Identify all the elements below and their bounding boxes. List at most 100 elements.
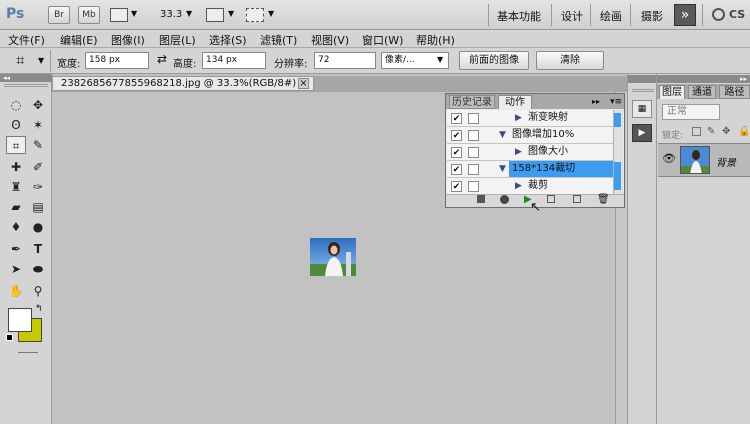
menu-edit[interactable]: 编辑(E) <box>60 32 98 48</box>
workspace-painting[interactable]: 绘画 <box>600 8 622 24</box>
zoom-tool-icon[interactable]: ⚲ <box>28 282 48 300</box>
action-toggle-checkbox[interactable]: ✔ <box>451 130 462 141</box>
expand-chevron-down-icon[interactable]: ▼ <box>499 129 506 142</box>
type-tool-icon[interactable]: T <box>28 240 48 258</box>
close-document-icon[interactable]: × <box>298 78 309 89</box>
screen-mode-chevron-down-icon[interactable]: ▼ <box>268 9 274 18</box>
view-extras-icon[interactable] <box>110 8 128 22</box>
crop-tool-preset-icon[interactable]: ⌗ <box>16 51 24 69</box>
dialog-toggle-checkbox[interactable] <box>468 147 479 158</box>
dialog-toggle-checkbox[interactable] <box>468 181 479 192</box>
hand-tool-icon[interactable]: ✋ <box>6 282 26 300</box>
menu-image[interactable]: 图像(I) <box>111 32 145 48</box>
action-toggle-checkbox[interactable]: ✔ <box>451 147 462 158</box>
blend-mode-select[interactable]: 正常 <box>662 104 720 120</box>
actions-scroll-thumb[interactable] <box>614 113 621 127</box>
spot-healing-tool-icon[interactable]: ✚ <box>6 158 26 176</box>
tool-preset-chevron-down-icon[interactable]: ▼ <box>38 56 44 65</box>
document-tab[interactable]: 2382685677855968218.jpg @ 33.3%(RGB/8#) … <box>52 76 314 91</box>
eyedropper-tool-icon[interactable]: ✎ <box>28 136 48 154</box>
tab-channels[interactable]: 通道 <box>688 85 716 99</box>
tab-actions[interactable]: 动作 <box>498 95 532 109</box>
tab-history[interactable]: 历史记录 <box>449 95 495 109</box>
path-selection-tool-icon[interactable]: ➤ <box>6 260 26 278</box>
layers-header[interactable] <box>657 75 750 83</box>
ellipse-tool-icon[interactable]: ⬬ <box>28 260 48 278</box>
dock-grip[interactable] <box>632 89 654 92</box>
menu-layer[interactable]: 图层(L) <box>159 32 196 48</box>
swap-colors-icon[interactable]: ↰ <box>35 304 43 314</box>
pen-tool-icon[interactable]: ✒ <box>6 240 26 258</box>
dialog-toggle-checkbox[interactable] <box>468 164 479 175</box>
tab-paths[interactable]: 路径 <box>719 85 750 99</box>
foreground-color-swatch[interactable] <box>8 308 32 332</box>
clone-stamp-tool-icon[interactable]: ♜ <box>6 178 26 196</box>
gradient-tool-icon[interactable]: ▤ <box>28 198 48 216</box>
dodge-tool-icon[interactable]: ● <box>28 218 48 236</box>
menu-select[interactable]: 选择(S) <box>209 32 247 48</box>
action-toggle-checkbox[interactable]: ✔ <box>451 113 462 124</box>
workspace-design[interactable]: 设计 <box>561 8 583 24</box>
expand-chevron-right-icon[interactable]: ▶ <box>515 180 522 193</box>
workspace-photography[interactable]: 摄影 <box>641 8 663 24</box>
move-tool-icon[interactable]: ✥ <box>28 96 48 114</box>
default-colors-icon[interactable] <box>6 334 13 341</box>
stop-recording-icon[interactable] <box>477 195 485 203</box>
create-new-set-icon[interactable] <box>547 195 555 203</box>
menu-filter[interactable]: 滤镜(T) <box>260 32 297 48</box>
height-field[interactable]: 134 px <box>202 52 266 69</box>
marquee-tool-icon[interactable]: ◌ <box>6 96 26 114</box>
menu-window[interactable]: 窗口(W) <box>362 32 403 48</box>
cs-live-icon[interactable] <box>712 8 725 21</box>
magic-wand-tool-icon[interactable]: ✶ <box>28 116 48 134</box>
create-new-action-icon[interactable] <box>573 195 581 203</box>
zoom-level[interactable]: 33.3 <box>160 9 182 20</box>
document-image[interactable] <box>310 238 356 276</box>
menu-help[interactable]: 帮助(H) <box>416 32 455 48</box>
resolution-unit-chevron-down-icon[interactable]: ▼ <box>437 55 443 64</box>
menu-file[interactable]: 文件(F) <box>8 32 45 48</box>
actions-panel-icon[interactable]: ▶ <box>632 124 652 142</box>
layer-visibility-eye-icon[interactable]: 👁 <box>662 152 676 165</box>
view-extras-chevron-down-icon[interactable]: ▼ <box>131 9 137 18</box>
zoom-chevron-down-icon[interactable]: ▼ <box>186 9 192 18</box>
layer-thumbnail[interactable] <box>680 146 710 174</box>
tools-grip[interactable] <box>4 84 48 87</box>
record-icon[interactable] <box>500 195 509 204</box>
expand-chevron-right-icon[interactable]: ▶ <box>515 112 522 125</box>
more-workspaces-button[interactable]: » <box>674 4 696 26</box>
screen-mode-icon[interactable] <box>246 8 264 22</box>
lasso-tool-icon[interactable]: ʘ <box>6 116 26 134</box>
eraser-tool-icon[interactable]: ▰ <box>6 198 26 216</box>
cs-live-label[interactable]: CS <box>729 8 745 21</box>
brush-tool-icon[interactable]: ✐ <box>28 158 48 176</box>
collapse-layers-icon[interactable]: ▸▸ <box>740 75 747 83</box>
collapse-tools-icon[interactable]: ◂◂ <box>3 74 10 82</box>
dock-header[interactable] <box>628 75 656 83</box>
lock-all-icon[interactable]: 🔒 <box>738 126 750 137</box>
dialog-toggle-checkbox[interactable] <box>468 113 479 124</box>
lock-position-icon[interactable]: ✥ <box>722 126 730 137</box>
swap-dimensions-icon[interactable]: ⇄ <box>157 52 167 66</box>
history-brush-tool-icon[interactable]: ✑ <box>28 178 48 196</box>
action-toggle-checkbox[interactable]: ✔ <box>451 164 462 175</box>
arrange-chevron-down-icon[interactable]: ▼ <box>228 9 234 18</box>
delete-action-icon[interactable]: 🗑 <box>597 194 610 205</box>
mini-bridge-button[interactable]: Mb <box>78 6 100 24</box>
crop-tool-icon[interactable]: ⌗ <box>6 136 26 154</box>
action-toggle-checkbox[interactable]: ✔ <box>451 181 462 192</box>
front-image-button[interactable]: 前面的图像 <box>459 51 529 70</box>
menu-view[interactable]: 视图(V) <box>311 32 349 48</box>
expand-chevron-right-icon[interactable]: ▶ <box>515 146 522 159</box>
actions-scroll-thumb-2[interactable] <box>614 162 621 190</box>
workspace-essentials[interactable]: 基本功能 <box>497 8 541 24</box>
tab-layers[interactable]: 图层 <box>659 85 685 99</box>
arrange-documents-icon[interactable] <box>206 8 224 22</box>
bridge-button[interactable]: Br <box>48 6 70 24</box>
expand-chevron-down-icon[interactable]: ▼ <box>499 163 506 176</box>
width-field[interactable]: 158 px <box>85 52 149 69</box>
collapse-panel-icon[interactable]: ▸▸ <box>592 95 600 109</box>
blur-tool-icon[interactable]: ♦ <box>6 218 26 236</box>
lock-transparent-icon[interactable] <box>692 127 701 136</box>
panel-menu-icon[interactable]: ▾≡ <box>610 95 622 109</box>
